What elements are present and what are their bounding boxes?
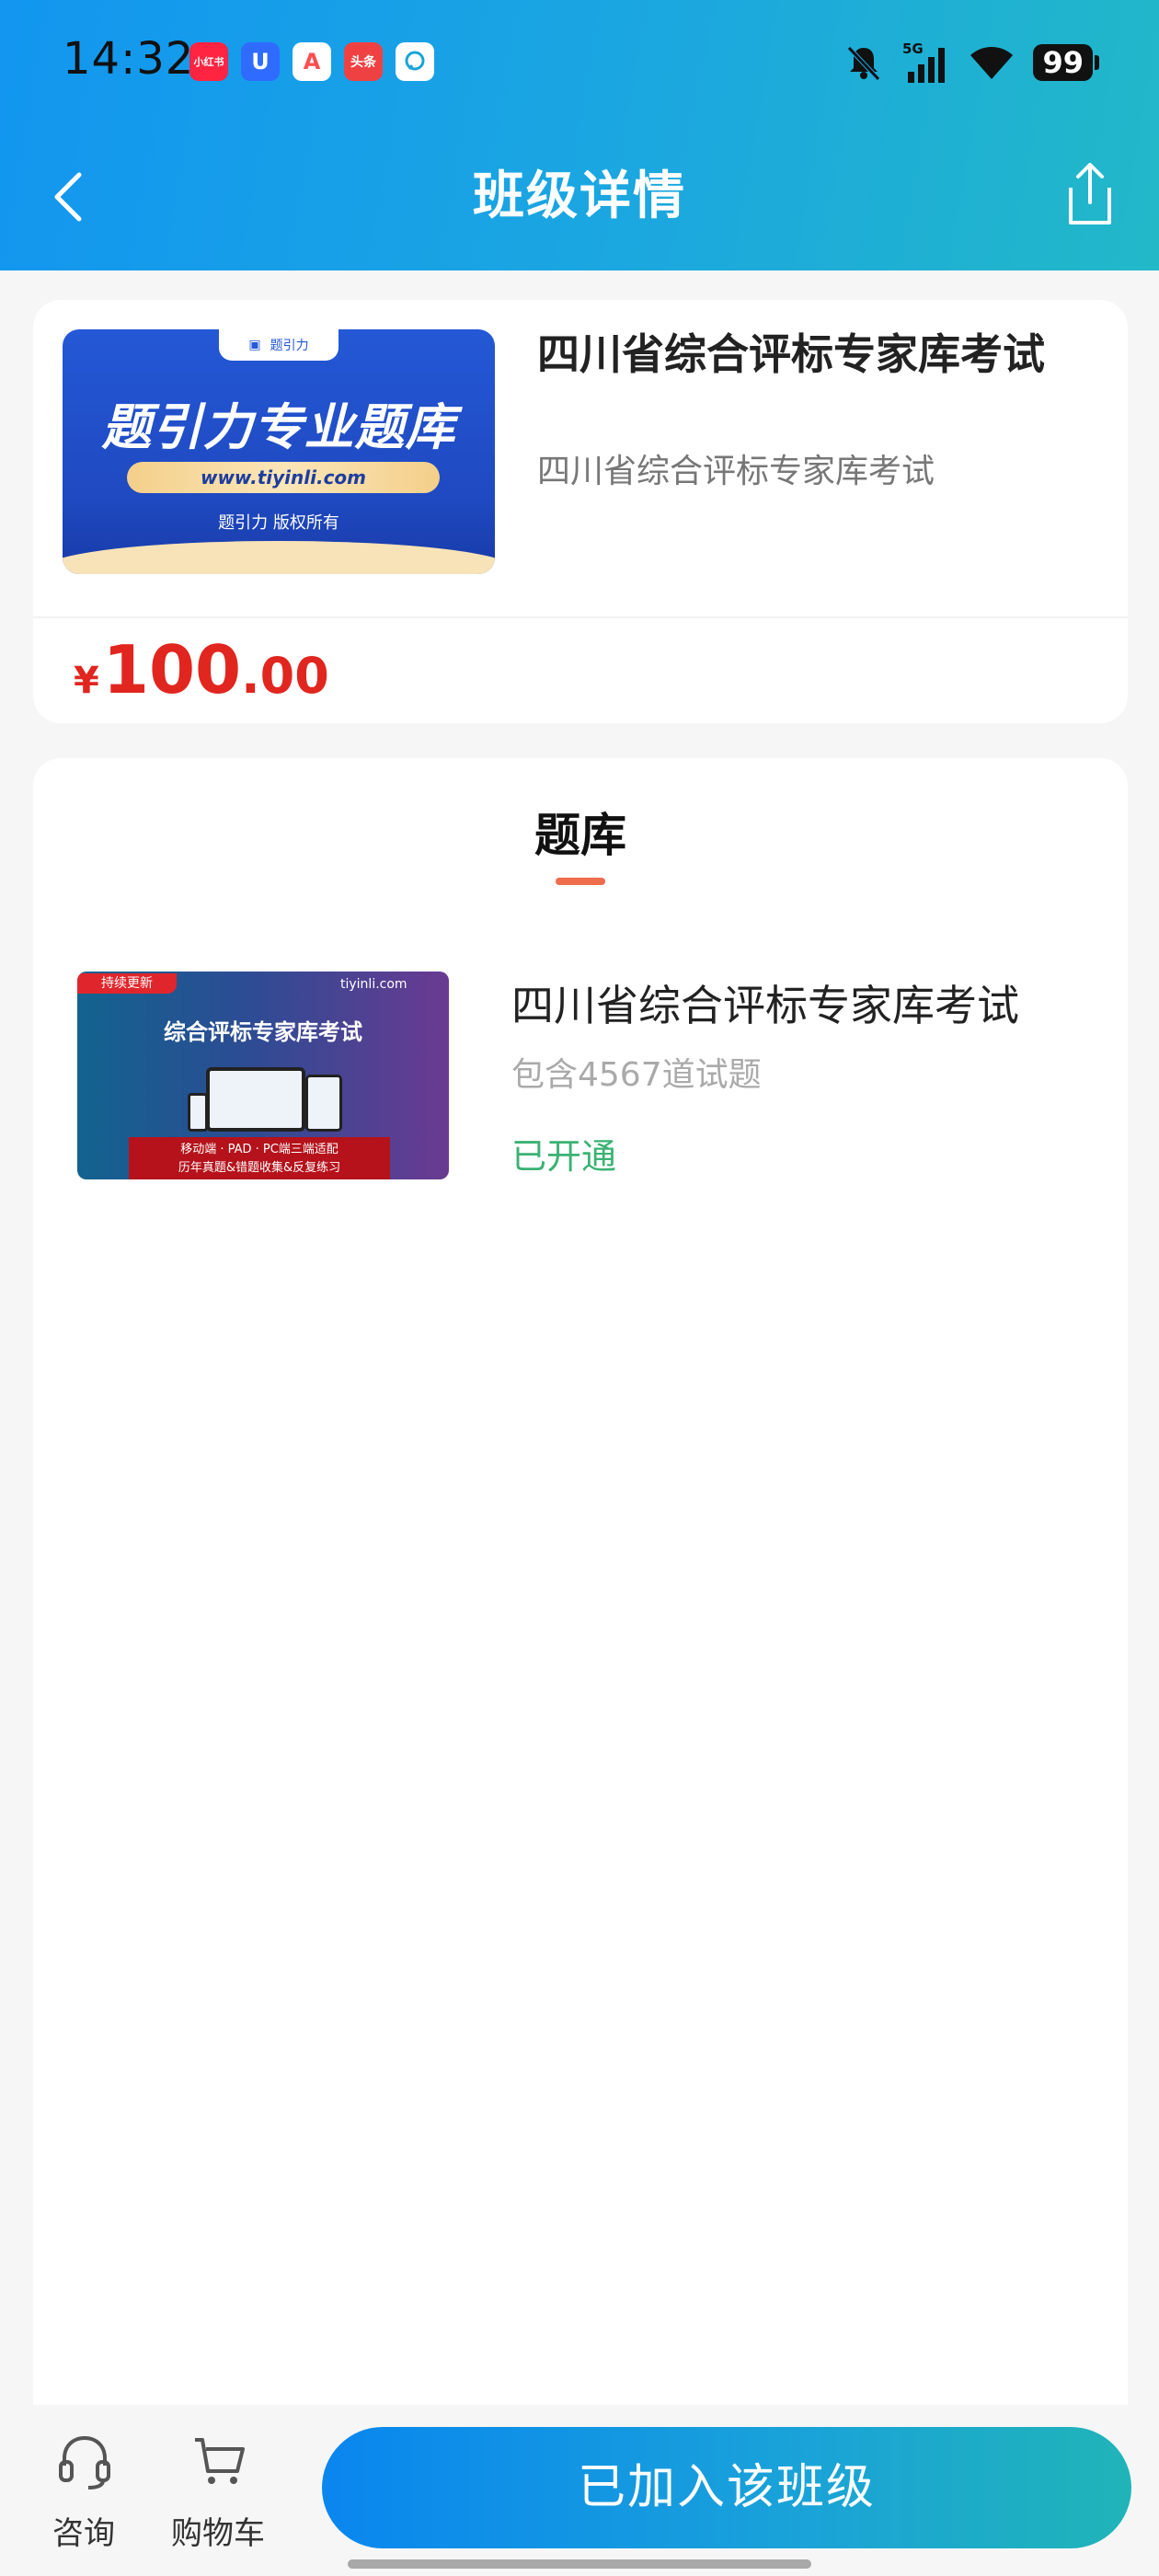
mute-bell-icon: [847, 46, 881, 81]
home-indicator[interactable]: [348, 2559, 811, 2569]
join-class-button[interactable]: 已加入该班级: [322, 2427, 1131, 2548]
course-card: ▣ 题引力 题引力专业题库 www.tiyinli.com 题引力 版权所有 四…: [33, 300, 1128, 723]
question-bank-thumbnail: 持续更新 tiyinli.com 综合评标专家库考试 移动端 · PAD · P…: [77, 972, 449, 1179]
question-bank-item[interactable]: 持续更新 tiyinli.com 综合评标专家库考试 移动端 · PAD · P…: [77, 972, 1089, 1181]
status-time: 14:32: [63, 33, 195, 85]
cellular-signal-icon: 5G: [902, 40, 946, 83]
course-cover-image: ▣ 题引力 题引力专业题库 www.tiyinli.com 题引力 版权所有: [63, 329, 495, 574]
thumb-footer-line1: 移动端 · PAD · PC端三端适配: [180, 1143, 339, 1156]
cover-logo-icon: ▣: [248, 338, 261, 352]
thumb-footer-line2: 历年真题&错题收集&反复练习: [178, 1161, 341, 1175]
headset-icon: [59, 2435, 110, 2490]
cover-brand-tab: ▣ 题引力: [219, 329, 339, 361]
page-title: 班级详情: [473, 167, 686, 226]
svg-text:5G: 5G: [902, 40, 924, 57]
laptop-device-icon: [206, 1067, 305, 1132]
consult-label: 咨询: [52, 2515, 115, 2552]
a-app-icon: A: [293, 42, 331, 81]
course-price: ¥ 100 .00: [74, 618, 329, 721]
question-bank-count: 包含4567道试题: [511, 1056, 762, 1094]
price-decimal: .00: [241, 647, 329, 705]
phone-device-icon: [188, 1093, 208, 1132]
toutiao-icon: 头条: [344, 42, 383, 81]
price-integer: 100: [102, 631, 242, 708]
thumb-badge: 持续更新: [77, 973, 177, 994]
question-bank-card: 题库 持续更新 tiyinli.com 综合评标专家库考试 移动端 · PAD …: [33, 758, 1128, 2576]
course-subtitle: 四川省综合评标专家库考试: [537, 453, 935, 490]
consult-button[interactable]: 咨询: [24, 2405, 143, 2576]
cover-wave-decoration: [63, 541, 495, 574]
section-title: 题库: [534, 809, 626, 862]
xiaohongshu-icon: 小红书: [189, 42, 228, 81]
cart-label: 购物车: [171, 2515, 265, 2552]
cart-button[interactable]: 购物车: [158, 2405, 278, 2576]
status-indicators: 5G 99: [843, 40, 1099, 85]
status-bar: 14:32 小红书 U A 头条 5G 99: [0, 0, 1159, 129]
thumb-footer: 移动端 · PAD · PC端三端适配 历年真题&错题收集&反复练习: [129, 1137, 390, 1179]
section-title-underline: [556, 878, 605, 885]
cover-url: www.tiyinli.com: [127, 462, 440, 493]
course-title: 四川省综合评标专家库考试: [537, 329, 1045, 379]
wifi-icon: [970, 47, 1014, 79]
share-button[interactable]: [1058, 156, 1122, 230]
u-app-icon: U: [241, 42, 280, 81]
cover-tab-label: 题引力: [270, 339, 309, 353]
question-bank-status: 已开通: [511, 1136, 617, 1177]
header: 14:32 小红书 U A 头条 5G 99 班级详情: [0, 0, 1159, 270]
notification-app-icons: 小红书 U A 头条: [189, 42, 434, 81]
shopping-cart-icon: [195, 2438, 245, 2484]
thumb-logo: tiyinli.com: [340, 977, 407, 992]
cover-copyright: 题引力 版权所有: [218, 513, 339, 533]
thumb-title: 综合评标专家库考试: [164, 1019, 362, 1045]
price-currency: ¥: [74, 660, 99, 702]
battery-indicator: 99: [1033, 44, 1099, 81]
share-icon: [1069, 163, 1111, 224]
chat-app-icon: [396, 42, 434, 81]
bottom-action-bar: 咨询 购物车 已加入该班级: [0, 2405, 1159, 2576]
question-bank-name: 四川省综合评标专家库考试: [511, 981, 1019, 1030]
tablet-device-icon: [305, 1075, 342, 1132]
cover-main-text: 题引力专业题库: [101, 398, 456, 456]
